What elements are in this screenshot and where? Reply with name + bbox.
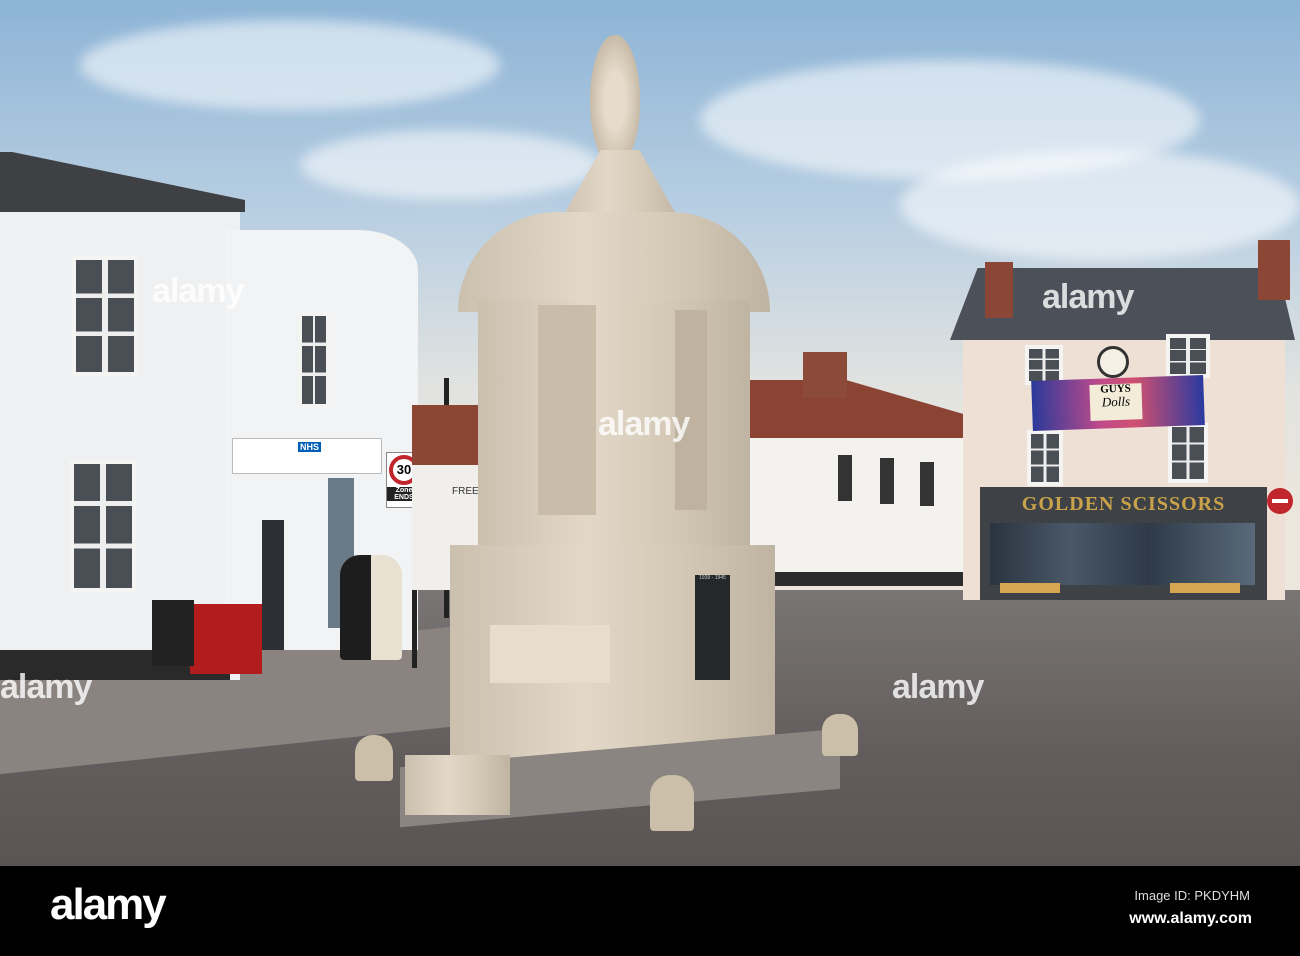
photo: NHS 30 Zone ENDS FREE H GUYS Dolls GOLDE… xyxy=(0,0,1300,866)
red-roof-building xyxy=(748,380,966,438)
watermark: alamy xyxy=(1042,278,1134,316)
window xyxy=(298,312,330,408)
footer-bar: alamy Image ID: PKDYHM www.alamy.com xyxy=(0,866,1300,956)
watermark: alamy xyxy=(892,668,984,706)
watermark: alamy xyxy=(0,668,92,706)
window xyxy=(1027,430,1063,486)
alamy-logo: alamy xyxy=(50,880,167,929)
window xyxy=(1168,423,1208,483)
shop-sign: GOLDEN SCISSORS xyxy=(1021,493,1226,515)
red-bins xyxy=(190,604,262,674)
shopfront: GOLDEN SCISSORS xyxy=(980,487,1267,600)
bollard xyxy=(355,735,393,781)
clock xyxy=(1097,346,1129,378)
banner-subtitle: Dolls xyxy=(1101,393,1131,410)
memorial-dates: 1939 - 1945 xyxy=(699,575,726,581)
memorial-finial xyxy=(590,35,640,155)
bollard xyxy=(650,775,694,831)
names-plaque: 1939 - 1945 xyxy=(695,575,730,680)
pedestrians xyxy=(340,555,402,660)
watermark: alamy xyxy=(598,405,690,443)
window xyxy=(1025,345,1063,385)
memorial-canopy xyxy=(458,212,770,312)
image-id: Image ID: PKDYHM xyxy=(1134,888,1250,903)
website-link[interactable]: www.alamy.com xyxy=(1129,910,1252,928)
nhs-label: NHS xyxy=(297,442,321,452)
left-roof xyxy=(0,152,245,212)
nhs-fascia: NHS xyxy=(232,438,382,474)
window xyxy=(70,460,136,592)
window xyxy=(1166,334,1210,378)
a-board xyxy=(152,600,194,666)
info-plinth xyxy=(405,755,510,815)
bollard xyxy=(822,714,858,756)
guys-and-dolls-banner: GUYS Dolls xyxy=(1031,375,1205,431)
no-entry-sign xyxy=(1267,488,1293,514)
inscription-plaque xyxy=(490,625,610,683)
watermark: alamy xyxy=(152,272,244,310)
window xyxy=(72,256,138,376)
